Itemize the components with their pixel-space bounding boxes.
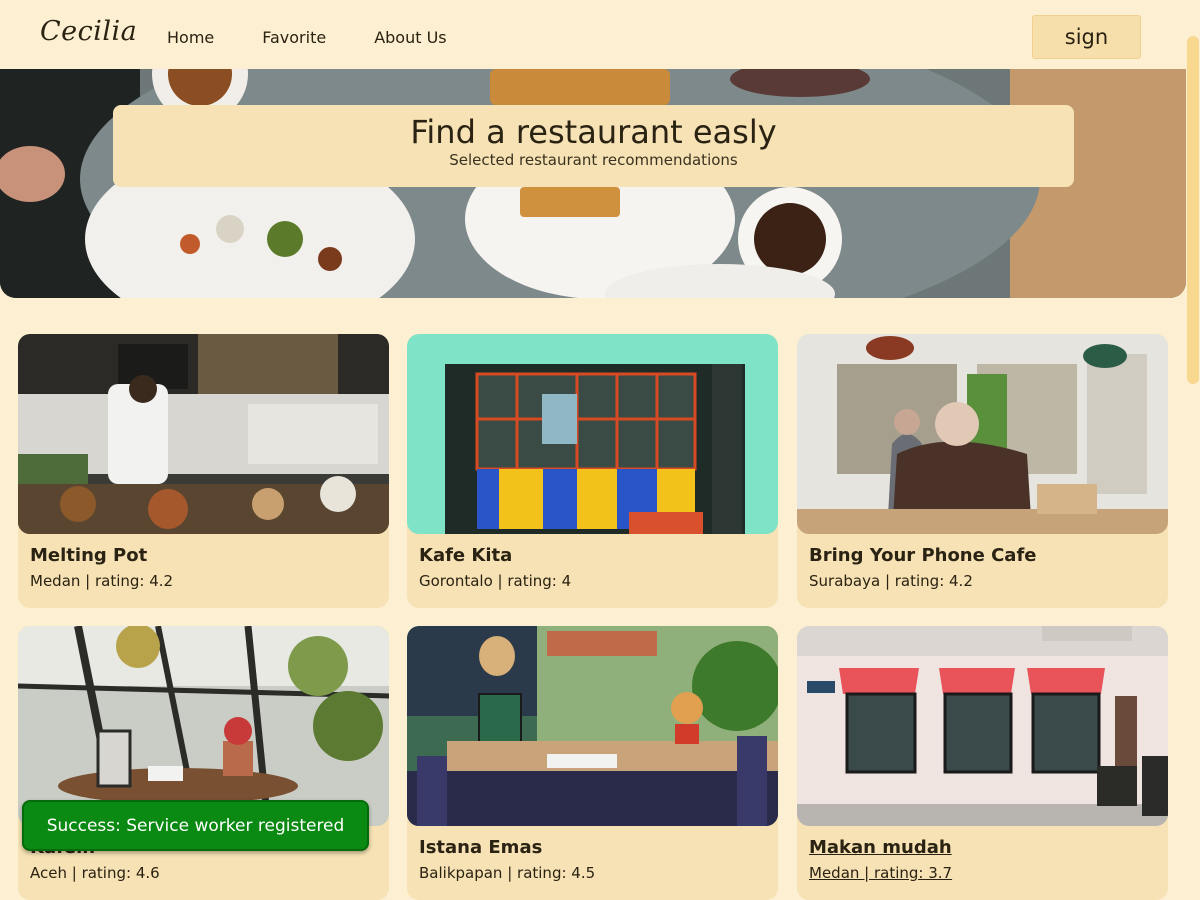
restaurant-card-melting-pot[interactable]: Melting Pot Medan | rating: 4.2 <box>18 334 389 608</box>
restaurant-card-istana-emas[interactable]: Istana Emas Balikpapan | rating: 4.5 <box>407 626 778 900</box>
restaurant-meta: Medan | rating: 3.7 <box>809 864 953 882</box>
restaurant-meta: Aceh | rating: 4.6 <box>30 864 160 882</box>
restaurant-image <box>797 626 1168 826</box>
restaurant-image <box>797 334 1168 534</box>
hero-title: Find a restaurant easly <box>410 113 777 151</box>
main-nav: Home Favorite About Us <box>167 28 447 47</box>
restaurant-meta: Gorontalo | rating: 4 <box>419 572 572 590</box>
site-header: Cecilia Home Favorite About Us sign <box>0 0 1186 69</box>
scrollbar-thumb[interactable] <box>1187 36 1199 384</box>
restaurant-image <box>407 626 778 826</box>
restaurant-image <box>18 626 389 826</box>
nav-about-us[interactable]: About Us <box>374 28 446 47</box>
site-logo[interactable]: Cecilia <box>40 16 137 47</box>
restaurant-meta: Balikpapan | rating: 4.5 <box>419 864 596 882</box>
restaurant-name: Bring Your Phone Cafe <box>809 545 1037 566</box>
restaurant-image <box>18 334 389 534</box>
page-scrollbar[interactable] <box>1186 0 1200 900</box>
restaurant-meta: Surabaya | rating: 4.2 <box>809 572 973 590</box>
restaurant-name: Melting Pot <box>30 545 148 566</box>
sign-button[interactable]: sign <box>1032 15 1141 59</box>
restaurant-name: Makan mudah <box>809 837 952 858</box>
hero-caption-box: Find a restaurant easly Selected restaur… <box>113 105 1074 187</box>
restaurant-card-makan-mudah[interactable]: Makan mudah Medan | rating: 3.7 <box>797 626 1168 900</box>
restaurant-card-bring-your-phone-cafe[interactable]: Bring Your Phone Cafe Surabaya | rating:… <box>797 334 1168 608</box>
restaurant-image <box>407 334 778 534</box>
hero-banner: Find a restaurant easly Selected restaur… <box>0 69 1186 298</box>
success-toast: Success: Service worker registered <box>22 800 369 851</box>
restaurant-card-kafe-kita[interactable]: Kafe Kita Gorontalo | rating: 4 <box>407 334 778 608</box>
restaurant-meta: Medan | rating: 4.2 <box>30 572 174 590</box>
restaurant-name: Istana Emas <box>419 837 543 858</box>
nav-favorite[interactable]: Favorite <box>262 28 326 47</box>
nav-home[interactable]: Home <box>167 28 214 47</box>
restaurant-name: Kafe Kita <box>419 545 513 566</box>
restaurant-card-kafein[interactable]: Kafein Aceh | rating: 4.6 <box>18 626 389 900</box>
hero-subtitle: Selected restaurant recommendations <box>449 151 738 169</box>
